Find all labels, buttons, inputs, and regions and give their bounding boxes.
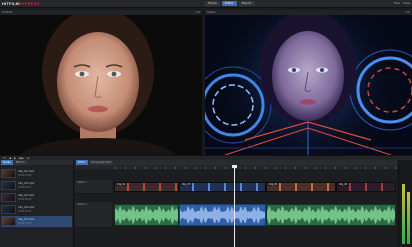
media-item[interactable]: Clip_02.mp4 00:00:08:17 [1,180,72,191]
audio-clip[interactable] [114,204,179,226]
viewer-header: Viewer Full [205,10,412,15]
media-item-duration: 00:00:14:02 [18,222,32,225]
ruler-tick [265,167,266,169]
trimmer-header: Trimmer Full [0,10,202,15]
ruler-tick [175,167,176,169]
composited-image [205,10,412,155]
media-item[interactable]: Clip_04.mp4 00:00:09:11 [1,204,72,215]
portrait-image [0,10,202,155]
audio-waveform [180,206,265,224]
help-menu[interactable]: Help [403,1,410,5]
tab-home[interactable]: Home [205,1,220,6]
ruler-tick [295,167,296,169]
logo-accent: EXPRESS [19,1,40,6]
ruler-tick [135,167,136,169]
media-item-duration: 00:00:08:17 [18,186,32,189]
ruler-tick [245,167,246,169]
media-item-name: Clip_04.mp4 [18,206,35,209]
ruler-tick [275,167,276,169]
main-viewer[interactable]: Viewer Full [205,10,412,155]
video-clip-label: Clip_02 [338,183,349,186]
audio-track-header[interactable]: Audio 1 [75,202,112,228]
media-thumbnail [1,193,16,202]
video-track-header[interactable]: Video 1 [75,180,112,194]
tab-export[interactable]: Export [238,1,255,6]
logo-main: HITFILM [2,1,20,6]
ruler-tick [365,167,366,169]
media-item-name: Clip_03.mp4 [18,194,35,197]
media-item[interactable]: Clip_01.mp4 00:00:12:04 [1,168,72,179]
ruler-tick [335,167,336,169]
video-clip-label: Clip_01 [116,183,127,186]
tab-media[interactable]: Media [1,160,13,165]
audio-track-label: Audio 1 [77,203,87,206]
media-item[interactable]: Clip_05.mp4 00:00:14:02 [1,216,72,227]
viewer-title: Viewer [207,11,216,14]
ruler-tick [215,167,216,169]
media-item-name: Clip_02.mp4 [18,182,35,185]
timeline-ruler[interactable] [75,165,412,169]
ruler-tick [315,167,316,169]
ruler-tick [125,167,126,169]
ruler-tick [385,167,386,169]
media-panel: Media Effects Clip_01.mp4 00:00:12:04 Clip… [0,160,74,247]
video-track-label: Video 1 [77,181,87,184]
ruler-tick [325,167,326,169]
video-clip[interactable]: Clip_02 [336,182,396,192]
meter-right [407,192,410,244]
playhead[interactable] [234,165,235,247]
video-clip-label: Clip_03 [181,183,192,186]
audio-clip[interactable] [266,204,396,226]
timeline-panel: Editor Composite Shot Video 1 Audio 1 Cl… [75,160,412,247]
media-item-duration: 00:00:09:11 [18,210,32,213]
ruler-tick [115,167,116,169]
ruler-tick [165,167,166,169]
media-panel-tabs: Media Effects [0,160,73,165]
video-clip[interactable]: Clip_03 [179,182,266,192]
meter-left [402,184,405,244]
ruler-tick [285,167,286,169]
ruler-tick [255,167,256,169]
audio-waveform [267,206,395,224]
ruler-tick [195,167,196,169]
video-clip-label: Clip_05 [268,183,279,186]
ruler-tick [205,167,206,169]
media-item[interactable]: Clip_03.mp4 00:00:05:22 [1,192,72,203]
media-thumbnail [1,217,16,226]
viewer-zoom[interactable]: Full [406,10,410,15]
top-bar: HITFILMEXPRESS Home Editor Export Files … [0,0,412,8]
audio-waveform [115,206,178,224]
media-thumbnail [1,169,16,178]
ruler-tick [155,167,156,169]
video-clip[interactable]: Clip_01 [114,182,179,192]
audio-clip-selected[interactable] [179,204,266,226]
trimmer-viewer[interactable]: Trimmer Full [0,10,202,155]
media-thumbnail [1,181,16,190]
tab-editor[interactable]: Editor [221,1,237,6]
workspace-tabs: Home Editor Export [205,1,255,6]
audio-meters [398,160,412,247]
tab-effects[interactable]: Effects [13,160,27,165]
trimmer-title: Trimmer [2,11,13,14]
ruler-tick [185,167,186,169]
files-menu[interactable]: Files [394,1,401,5]
ruler-tick [145,167,146,169]
ruler-tick [345,167,346,169]
ruler-tick [375,167,376,169]
app-logo: HITFILMEXPRESS [2,1,39,6]
media-item-duration: 00:00:12:04 [18,174,32,177]
media-item-name: Clip_01.mp4 [18,170,35,173]
media-item-name: Clip_05.mp4 [18,218,35,221]
trimmer-zoom[interactable]: Full [196,10,200,15]
top-right-menu: Files Help [394,1,410,5]
ruler-tick [225,167,226,169]
media-item-duration: 00:00:05:22 [18,198,32,201]
media-thumbnail [1,205,16,214]
video-clip[interactable]: Clip_05 [266,182,336,192]
ruler-tick [355,167,356,169]
ruler-tick [395,167,396,169]
ruler-tick [305,167,306,169]
